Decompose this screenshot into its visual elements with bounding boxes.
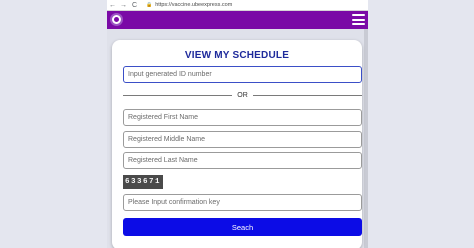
forward-arrow-icon[interactable]: → [118, 0, 129, 11]
last-name-input[interactable]: Registered Last Name [123, 152, 362, 169]
id-number-placeholder: Input generated ID number [128, 71, 212, 78]
captcha-image: 633671 [123, 175, 163, 189]
url-text[interactable]: https://vaccine.ubeexpress.com [155, 2, 232, 8]
reload-icon[interactable]: C [129, 0, 140, 11]
hamburger-menu-icon[interactable] [352, 14, 365, 25]
first-name-placeholder: Registered First Name [128, 114, 199, 121]
scrollbar[interactable] [364, 29, 368, 248]
lock-icon[interactable]: 🔒 [146, 2, 152, 8]
or-label: OR [237, 91, 248, 99]
last-name-placeholder: Registered Last Name [128, 157, 198, 164]
page-title: VIEW MY SCHEDULE [184, 50, 290, 61]
first-name-input[interactable]: Registered First Name [123, 109, 362, 126]
confirmation-key-placeholder: Please Input confirmation key [128, 199, 220, 206]
address-bar: ← → C 🔒 https://vaccine.ubeexpress.com [107, 0, 368, 11]
or-divider: OR [123, 90, 362, 100]
confirmation-key-input[interactable]: Please Input confirmation key [123, 194, 362, 211]
middle-name-input[interactable]: Registered Middle Name [123, 131, 362, 148]
back-arrow-icon[interactable]: ← [107, 0, 118, 11]
app-header [107, 11, 368, 29]
browser-window: ← → C 🔒 https://vaccine.ubeexpress.com V… [107, 0, 368, 248]
id-number-input[interactable]: Input generated ID number [123, 66, 362, 83]
search-button[interactable]: Seach [123, 218, 362, 236]
divider-line [252, 94, 362, 96]
middle-name-placeholder: Registered Middle Name [128, 136, 206, 143]
logo-icon[interactable] [110, 13, 123, 26]
schedule-form-card: VIEW MY SCHEDULE Input generated ID numb… [112, 40, 362, 248]
divider-line [123, 94, 233, 96]
